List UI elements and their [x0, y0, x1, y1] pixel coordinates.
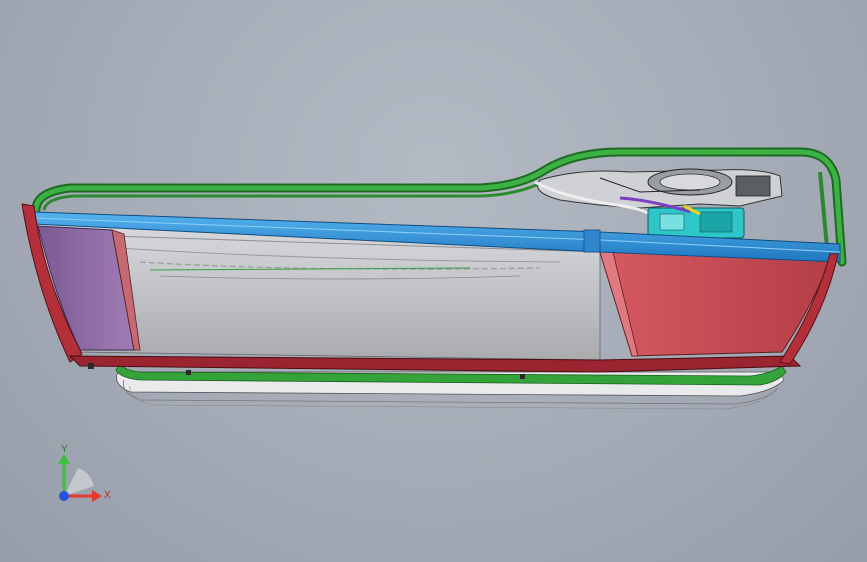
z-axis-icon	[59, 491, 69, 501]
drive-mechanism[interactable]	[534, 168, 783, 239]
y-axis-arrow-icon	[58, 454, 70, 464]
x-axis-label: X	[104, 490, 111, 501]
orientation-triad[interactable]: Y X	[44, 438, 124, 518]
sunroof-assembly-model[interactable]	[0, 0, 867, 562]
triad-plane	[64, 468, 94, 496]
y-axis-label: Y	[61, 444, 68, 455]
x-axis-arrow-icon	[92, 490, 102, 502]
cad-3d-viewport[interactable]: Y X	[0, 0, 867, 562]
